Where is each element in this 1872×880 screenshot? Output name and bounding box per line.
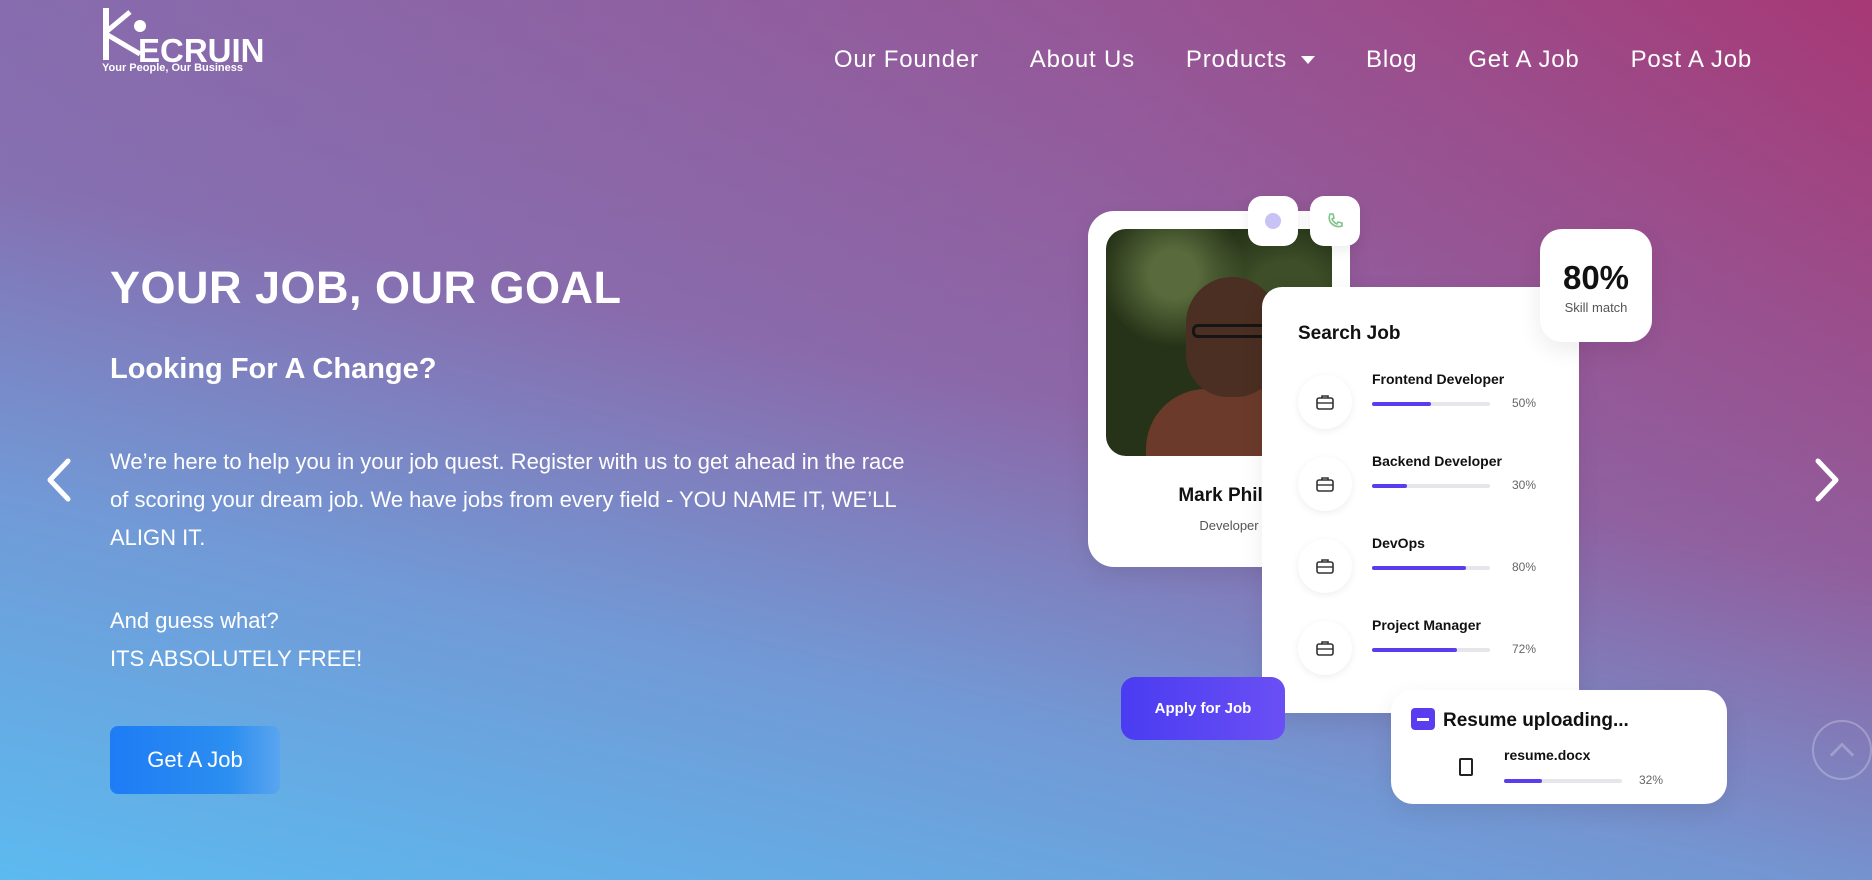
nav-item-get-a-job[interactable]: Get A Job [1468, 46, 1579, 74]
job-progress-fill [1372, 484, 1408, 488]
job-name: Frontend Developer [1372, 371, 1505, 387]
resume-progress-fill [1504, 779, 1542, 783]
logo-tagline: Your People, Our Business [102, 62, 243, 74]
resume-progress-bar [1504, 779, 1622, 783]
caret-down-icon [1301, 56, 1316, 64]
briefcase-icon [1298, 375, 1352, 429]
briefcase-icon [1298, 457, 1352, 511]
logo[interactable]: ECRUIN Your People, Our Business [100, 4, 265, 80]
job-progress-bar [1372, 402, 1490, 406]
chevron-left-icon[interactable] [40, 455, 80, 505]
resume-progress-percent: 32% [1639, 773, 1664, 787]
nav-item-our-founder[interactable]: Our Founder [834, 46, 979, 74]
hero-title: YOUR JOB, OUR GOAL [110, 262, 622, 313]
hero-line-2: ITS ABSOLUTELY FREE! [110, 646, 363, 671]
job-row: DevOps 80% [1298, 533, 1558, 593]
job-percent: 80% [1512, 560, 1537, 574]
nav-item-post-a-job[interactable]: Post A Job [1631, 46, 1752, 74]
skill-match-card: 80% Skill match [1540, 229, 1652, 342]
resume-upload-card: Resume uploading... resume.docx 32% [1391, 690, 1727, 804]
briefcase-icon [1298, 539, 1352, 593]
job-progress-fill [1372, 402, 1431, 406]
resume-file-name: resume.docx [1504, 747, 1591, 763]
hero-free-note: And guess what? ITS ABSOLUTELY FREE! [110, 602, 362, 678]
job-percent: 72% [1512, 642, 1537, 656]
job-name: Backend Developer [1372, 453, 1502, 469]
apply-for-job-button: Apply for Job [1121, 677, 1285, 740]
nav-item-about-us[interactable]: About Us [1030, 46, 1135, 74]
skill-match-label: Skill match [1564, 300, 1628, 315]
job-name: Project Manager [1372, 617, 1481, 633]
job-progress-fill [1372, 648, 1457, 652]
job-progress-fill [1372, 566, 1467, 570]
search-job-card: Search Job Frontend Developer 50% Backend … [1262, 287, 1579, 713]
resume-upload-title: Resume uploading... [1443, 710, 1629, 731]
phone-icon [1328, 213, 1343, 228]
file-icon [1459, 758, 1473, 776]
nav-item-products[interactable]: Products [1185, 46, 1316, 74]
hero-line-1: And guess what? [110, 608, 279, 633]
job-progress-bar [1372, 484, 1490, 488]
job-percent: 50% [1512, 396, 1537, 410]
chat-icon [1265, 213, 1281, 229]
search-job-title: Search Job [1298, 323, 1401, 344]
nav-item-blog[interactable]: Blog [1366, 46, 1417, 74]
get-a-job-button[interactable]: Get A Job [110, 726, 280, 794]
scroll-to-top-button[interactable] [1812, 720, 1872, 780]
main-nav: Our Founder About Us Products Blog Get A… [834, 46, 1752, 74]
briefcase-icon [1298, 621, 1352, 675]
job-row: Backend Developer 30% [1298, 451, 1558, 511]
nav-item-products-label: Products [1185, 46, 1288, 73]
job-percent: 30% [1512, 478, 1537, 492]
job-row: Project Manager 72% [1298, 615, 1558, 675]
hero-paragraph: We’re here to help you in your job quest… [110, 449, 905, 550]
skill-match-value: 80% [1562, 259, 1630, 296]
call-button [1310, 196, 1360, 246]
chevron-right-icon[interactable] [1806, 455, 1846, 505]
job-name: DevOps [1372, 535, 1425, 551]
job-progress-bar [1372, 648, 1490, 652]
hero-subtitle: Looking For A Change? [110, 353, 437, 385]
chat-button [1248, 196, 1298, 246]
chevron-up-icon [1829, 742, 1855, 757]
job-progress-bar [1372, 566, 1490, 570]
job-row: Frontend Developer 50% [1298, 369, 1558, 429]
folder-icon [1411, 708, 1435, 730]
